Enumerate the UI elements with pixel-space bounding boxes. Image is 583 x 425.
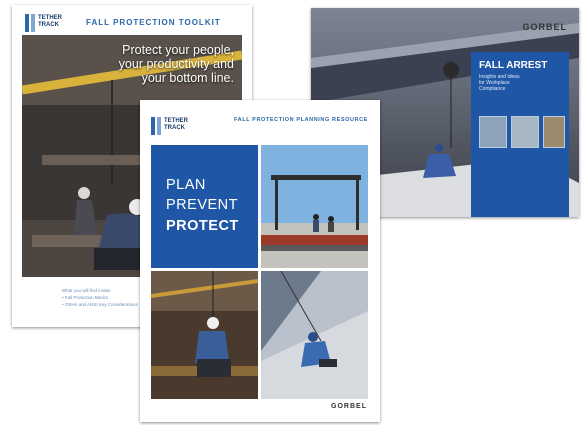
plan-prevent-protect-tile: PLAN PREVENT PROTECT [151, 145, 258, 268]
footer-line: • Fall Protection Basics [62, 295, 109, 300]
thumbnail-photo [479, 116, 507, 148]
planning-header: FALL PROTECTION PLANNING RESOURCE [234, 117, 368, 123]
word-protect: PROTECT [166, 218, 239, 234]
tether-track-logo: TETHER TRACK [25, 14, 65, 32]
word-prevent: PREVENT [166, 197, 238, 213]
gorbel-logo: GORBEL [522, 22, 567, 32]
toolkit-headline: Protect your people, your productivity a… [119, 43, 234, 85]
tether-track-logo: TETHER TRACK [151, 117, 191, 135]
fall-arrest-panel: FALL ARREST Insights and Ideas for Workp… [471, 52, 569, 217]
worker-on-beam-photo [151, 271, 258, 399]
brochure-collage: TETHER TRACK FALL PROTECTION TOOLKIT Pro… [0, 0, 583, 425]
headline-line: Protect your people, [122, 43, 234, 57]
worker-on-roof-photo [261, 271, 368, 399]
headline-line: your bottom line. [141, 71, 234, 85]
thumbnail-photo [543, 116, 565, 148]
logo-text: TETHER TRACK [38, 15, 62, 28]
fall-arrest-title: FALL ARREST [479, 60, 548, 71]
footer-line: What you will find inside: [62, 288, 112, 293]
footer-line: • OSHA and ANSI Key Considerations [62, 302, 138, 307]
toolkit-header: FALL PROTECTION TOOLKIT [86, 18, 221, 27]
outdoor-crane-photo [261, 145, 368, 268]
headline-line: your productivity and [118, 57, 234, 71]
thumbnail-photo [511, 116, 539, 148]
subtitle-line: Compliance [479, 86, 506, 92]
logo-text: TETHER TRACK [164, 118, 188, 131]
word-plan: PLAN [166, 177, 206, 193]
planning-resource-brochure: TETHER TRACK FALL PROTECTION PLANNING RE… [140, 100, 380, 422]
toolkit-footer: What you will find inside: • Fall Protec… [62, 287, 138, 308]
gorbel-logo: GORBEL [331, 403, 367, 410]
fall-arrest-subtitle: Insights and Ideas for Workplace Complia… [479, 74, 563, 92]
